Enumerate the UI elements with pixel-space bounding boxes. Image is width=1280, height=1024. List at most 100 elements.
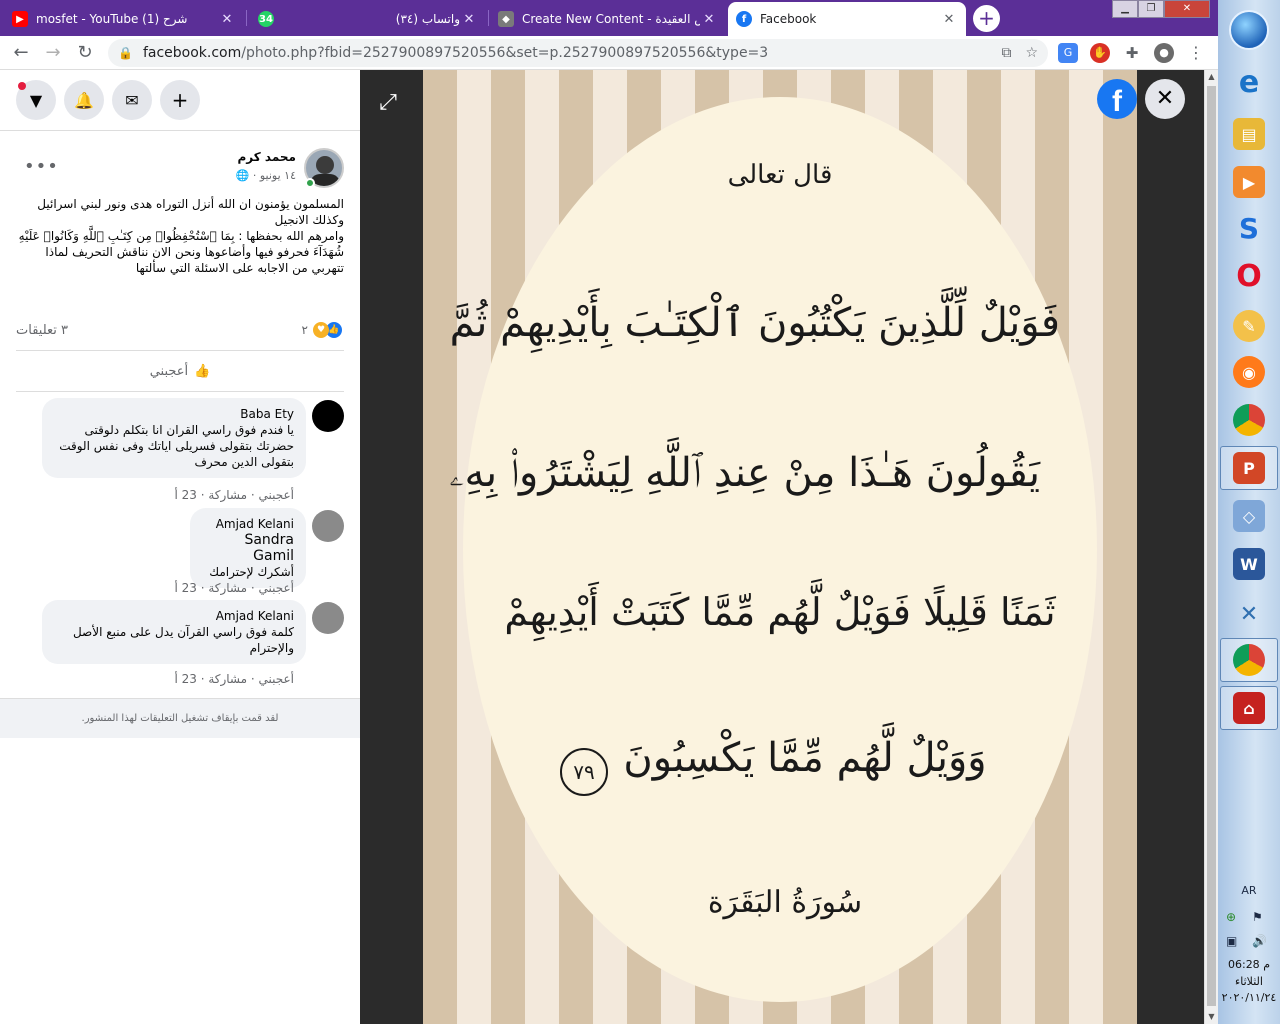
notification-dot	[18, 82, 26, 90]
chrome-icon[interactable]	[1233, 404, 1265, 436]
image-verse-line: وَوَيْلٌ لَّهُم مِّمَّا يَكْسِبُونَ	[623, 735, 987, 781]
acrobat-icon[interactable]: ⌂	[1233, 692, 1265, 724]
messenger-icon: ✉	[125, 90, 139, 110]
comments-off-notice: لقد قمت بإيقاف تشغيل التعليقات لهذا المن…	[0, 698, 360, 738]
reload-icon[interactable]: ↻	[72, 40, 98, 66]
image-heading: قال تعالى	[727, 160, 833, 190]
commenter-avatar[interactable]	[312, 400, 344, 432]
paint-icon[interactable]: ✎	[1233, 310, 1265, 342]
new-tab-button[interactable]: +	[973, 5, 1000, 32]
commenter-name[interactable]: Amjad Kelani	[54, 608, 294, 624]
powerpoint-icon[interactable]: P	[1233, 452, 1265, 484]
close-viewer-button[interactable]: ✕	[1145, 79, 1185, 119]
close-tab-icon[interactable]: ✕	[218, 12, 236, 27]
whatsapp-icon: 34	[258, 11, 274, 27]
comment-actions[interactable]: أعجبني · مشاركة · 23 أ	[174, 488, 294, 502]
minimize-icon[interactable]: ▁	[1112, 0, 1138, 18]
tab-title: Facebook	[760, 12, 817, 26]
extensions-icon[interactable]: ✚	[1122, 43, 1142, 63]
tab-youtube[interactable]: ▶ mosfet - YouTube (1) شرح ✕	[4, 2, 244, 36]
menu-kebab-icon[interactable]: ⋮	[1186, 43, 1206, 63]
profile-avatar[interactable]: ●	[1154, 43, 1174, 63]
comment-bubble: Baba Ety يا فندم فوق راسي القران انا بتك…	[42, 398, 306, 478]
start-button[interactable]	[1229, 10, 1269, 50]
scrollbar-thumb[interactable]	[1207, 86, 1216, 1006]
tab-title: (٣٤) واتساب	[395, 12, 460, 26]
internet-explorer-icon[interactable]: e	[1233, 65, 1265, 100]
tab-whatsapp[interactable]: 34 (٣٤) واتساب ✕	[250, 2, 486, 36]
mention-tag[interactable]: Sandra Gamil	[202, 532, 294, 564]
more-options-icon[interactable]: •••	[24, 156, 59, 177]
media-player-icon[interactable]: ▶	[1233, 166, 1265, 198]
commenter-name[interactable]: Baba Ety	[54, 406, 294, 422]
care-reaction-icon: ♥	[313, 322, 329, 338]
clock-date: ٢٠٢٠/١١/٢٤	[1221, 991, 1277, 1004]
clock-time[interactable]: 06:28 م	[1218, 958, 1280, 971]
youtube-icon: ▶	[12, 11, 28, 27]
file-explorer-icon[interactable]: ▤	[1233, 118, 1265, 150]
reaction-count: ٢	[301, 323, 308, 337]
back-icon[interactable]: ←	[8, 40, 34, 66]
caret-down-icon: ▼	[29, 90, 43, 110]
address-bar[interactable]: 🔒 facebook.com/photo.php?fbid=2527900897…	[108, 39, 1048, 67]
poster-name[interactable]: محمد كرم	[238, 150, 296, 164]
post-panel: ▼ 🔔 ✉ + محمد كرم ١٤ يونيو · 🌐 ••• المسلم…	[0, 70, 360, 1024]
commenter-avatar[interactable]	[312, 510, 344, 542]
verse-number-badge: ٧٩	[560, 748, 608, 796]
network-icon[interactable]: ▣	[1226, 934, 1237, 948]
messenger-button[interactable]: ✉	[112, 80, 152, 120]
post-text: المسلمون يؤمنون ان الله أنزل التوراه هدى…	[18, 197, 344, 275]
comment-actions[interactable]: أعجبني · مشاركة · 23 أ	[174, 672, 294, 686]
scroll-up-icon[interactable]: ▲	[1205, 70, 1218, 84]
comment-count[interactable]: ٣ تعليقات	[16, 323, 68, 338]
globe-icon: 🌐	[235, 169, 250, 182]
notifications-button[interactable]: 🔔	[64, 80, 104, 120]
create-button[interactable]: +	[160, 80, 200, 120]
translate-extension-icon[interactable]: G	[1058, 43, 1078, 63]
tray-plus-icon[interactable]: ⊕	[1226, 910, 1236, 924]
close-tab-icon[interactable]: ✕	[940, 12, 958, 27]
volume-icon[interactable]: 🔊	[1252, 934, 1267, 948]
close-window-icon[interactable]: ✕	[1164, 0, 1210, 18]
chrome-running-icon[interactable]	[1233, 644, 1265, 676]
app-x-icon[interactable]: ✕	[1233, 598, 1265, 630]
language-indicator[interactable]: AR	[1218, 884, 1280, 897]
bell-icon: 🔔	[74, 90, 94, 110]
comment-bubble: Amjad Kelani Sandra Gamil أشكرك لإحترامك	[190, 508, 306, 588]
word-icon[interactable]: W	[1233, 548, 1265, 580]
scrollbar[interactable]: ▲ ▼	[1204, 70, 1218, 1024]
action-center-flag-icon[interactable]: ⚑	[1252, 910, 1263, 924]
expand-icon[interactable]: ⤢	[374, 89, 402, 117]
image-verse-line: يَقُولُونَ هَـٰذَا مِنْ عِندِ ٱللَّهِ لِ…	[449, 450, 1040, 496]
commenter-avatar[interactable]	[312, 602, 344, 634]
forward-icon[interactable]: →	[40, 40, 66, 66]
browser-toolbar: ← → ↻ 🔒 facebook.com/photo.php?fbid=2527…	[0, 36, 1218, 70]
commenter-name[interactable]: Amjad Kelani	[202, 516, 294, 532]
tab-title: Create New Content - حراس العقيدة	[522, 12, 700, 26]
maximize-icon[interactable]: ❐	[1138, 0, 1164, 18]
app-s-icon[interactable]: S	[1233, 212, 1265, 245]
bookmark-star-icon[interactable]: ☆	[1025, 45, 1038, 61]
opera-icon[interactable]: O	[1233, 259, 1265, 294]
facebook-logo-icon[interactable]: f	[1097, 79, 1137, 119]
facebook-icon: f	[736, 11, 752, 27]
translate-icon[interactable]: ⧉	[1001, 45, 1011, 61]
firefox-icon[interactable]: ◉	[1233, 356, 1265, 388]
post-date[interactable]: ١٤ يونيو · 🌐	[236, 169, 296, 182]
photo-oval-frame	[463, 97, 1097, 1002]
tab-facebook[interactable]: f Facebook ✕	[728, 2, 966, 36]
comment-bubble: Amjad Kelani كلمة فوق راسي القرآن يدل عل…	[42, 600, 306, 664]
reaction-summary[interactable]: 👍 ♥ ٢	[302, 322, 342, 338]
site-icon: ◆	[498, 11, 514, 27]
adblock-icon[interactable]: ✋	[1090, 43, 1110, 63]
like-button[interactable]: 👍 أعجبني	[16, 350, 344, 392]
tab-create-content[interactable]: ◆ Create New Content - حراس العقيدة ✕	[490, 2, 726, 36]
scroll-down-icon[interactable]: ▼	[1205, 1010, 1218, 1024]
comment-actions[interactable]: أعجبني · مشاركة · 23 أ	[174, 581, 294, 595]
tab-title: mosfet - YouTube (1) شرح	[36, 12, 188, 26]
window-controls: ▁ ❐ ✕	[1112, 0, 1210, 18]
virtualbox-icon[interactable]: ◇	[1233, 500, 1265, 532]
close-tab-icon[interactable]: ✕	[700, 12, 718, 27]
image-verse-line: ثَمَنًا قَلِيلًا فَوَيْلٌ لَّهُم مِّمَّا…	[504, 590, 1056, 634]
close-tab-icon[interactable]: ✕	[460, 12, 478, 27]
